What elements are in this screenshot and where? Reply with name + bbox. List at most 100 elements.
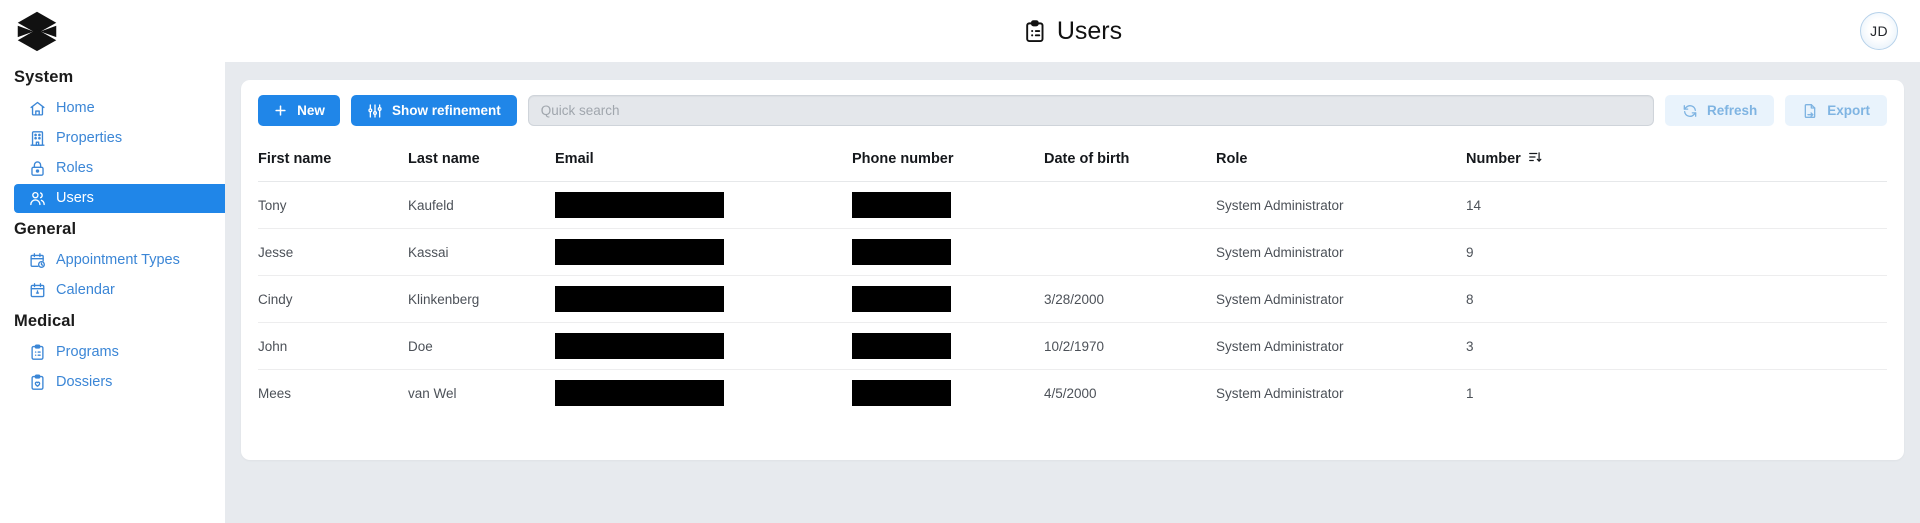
sidebar-item-label: Dossiers [56,374,113,391]
sidebar-item-home[interactable]: Home [14,94,225,123]
cell-phone-number [852,322,1044,370]
redacted-email [555,192,724,218]
cell-email [555,228,852,276]
column-header-label: Phone number [852,151,954,167]
column-header-label: Email [555,151,594,167]
cell-first-name: Jesse [258,228,408,276]
table-row[interactable]: Tony Kaufeld System Administrator 14 [258,181,1887,229]
table-row[interactable]: Mees van Wel 4/5/2000 System Administrator 1 [258,370,1887,417]
redacted-email [555,286,724,312]
column-header-label: Date of birth [1044,151,1130,167]
table-row[interactable]: Jesse Kassai System Administrator 9 [258,228,1887,276]
cell-last-name: Kaufeld [408,181,555,229]
cell-email [555,181,852,229]
cell-number: 3 [1466,322,1887,370]
column-header-label: Last name [408,151,480,167]
cell-role: System Administrator [1216,385,1344,401]
calendar-icon [28,282,46,300]
column-header-phone-number[interactable]: Phone number [852,140,1044,182]
column-header-email[interactable]: Email [555,140,852,182]
new-button-label: New [297,103,325,118]
show-refinement-button[interactable]: Show refinement [351,95,517,126]
table-row[interactable]: Cindy Klinkenberg 3/28/2000 System Administ… [258,275,1887,323]
sidebar-group-title: System [14,68,74,86]
cell-last-name: Kassai [408,228,555,276]
sidebar-item-dossiers[interactable]: Dossiers [14,368,225,397]
sidebar-item-label: Users [56,190,94,207]
export-button[interactable]: Export [1785,95,1887,126]
cell-email [555,370,852,417]
sidebar-item-label: Roles [56,160,94,177]
cell-role: System Administrator [1216,322,1466,370]
clipboard-list-icon [28,344,46,362]
show-refinement-label: Show refinement [392,103,501,118]
avatar-initials: JD [1870,23,1888,39]
users-table: First name Last name Email Phone number Date… [258,140,1887,417]
sliders-icon [367,103,383,119]
refresh-button[interactable]: Refresh [1664,95,1775,126]
sidebar-item-users[interactable]: Users [14,184,225,213]
cell-role: System Administrator [1216,275,1466,323]
cell-first-name: Cindy [258,275,408,323]
refresh-button-label: Refresh [1706,103,1758,118]
building-icon [28,130,46,148]
table-row[interactable]: John Doe 10/2/1970 System Administrator 3 [258,322,1887,370]
cell-phone-number [852,275,1044,323]
cell-first-name: Mees [258,385,292,401]
logo-wrap[interactable] [0,0,225,62]
sidebar-item-label: Appointment Types [56,252,180,269]
sidebar-item-roles[interactable]: Roles [14,154,225,183]
sidebar-group-title: Medical [14,312,76,330]
column-header-number[interactable]: Number [1466,140,1887,182]
redacted-phone [852,380,951,407]
column-header-label: Number [1466,151,1521,167]
column-header-role[interactable]: Role [1216,140,1466,182]
cell-date-of-birth: 3/28/2000 [1044,275,1216,323]
cell-number: 14 [1466,181,1887,229]
cell-date-of-birth [1044,181,1216,229]
table-body: Tony Kaufeld System Administrator 14 Jesse Ka… [258,181,1887,417]
column-header-first-name[interactable]: First name [258,140,408,182]
cell-last-name: Klinkenberg [408,275,555,323]
cell-email [555,322,852,370]
cell-role: System Administrator [1216,228,1466,276]
sidebar-item-calendar[interactable]: Calendar [14,276,225,305]
top-bar: Users JD [225,0,1920,62]
table-header-row: First name Last name Email Phone number Date… [258,140,1887,182]
avatar[interactable]: JD [1860,12,1898,50]
plus-icon [273,103,288,118]
cell-phone-number [852,370,1044,417]
sidebar: System Home Properties Roles Users General App… [0,0,225,523]
sort-descending-icon[interactable] [1528,150,1542,168]
sidebar-item-properties[interactable]: Properties [14,124,225,153]
sidebar-item-appointment-types[interactable]: Appointment Types [14,246,225,275]
search-input[interactable] [527,95,1654,126]
users-card: New Show refinement Quick search Refresh… [241,80,1904,460]
cell-last-name: van Wel [408,385,457,401]
sidebar-group-title: General [14,220,77,238]
sidebar-item-programs[interactable]: Programs [14,338,225,367]
users-icon [28,190,46,208]
cell-first-name: Tony [258,181,408,229]
page-title: Users [1023,17,1122,46]
search-wrap [527,95,1654,126]
column-header-date-of-birth[interactable]: Date of birth [1044,140,1216,182]
cell-number: 9 [1466,228,1887,276]
sidebar-item-label: Properties [56,130,123,147]
content-area: New Show refinement Quick search Refresh… [225,62,1920,523]
cell-role: System Administrator [1216,181,1466,229]
main-region: Users JD New Show refinement Quick searc… [225,0,1920,523]
lock-icon [28,160,46,178]
file-export-icon [1802,103,1818,119]
column-header-last-name[interactable]: Last name [408,140,555,182]
redacted-phone [852,239,951,265]
clipboard-icon [1023,19,1046,43]
new-button[interactable]: New [258,95,340,126]
table-toolbar: New Show refinement Quick search Refresh… [241,80,1904,140]
sidebar-item-label: Programs [56,344,119,361]
home-icon [28,100,46,118]
column-header-label: First name [258,151,332,167]
page-title-text: Users [1056,16,1123,45]
app-root: System Home Properties Roles Users General App… [0,0,1920,523]
redacted-phone [852,192,951,218]
